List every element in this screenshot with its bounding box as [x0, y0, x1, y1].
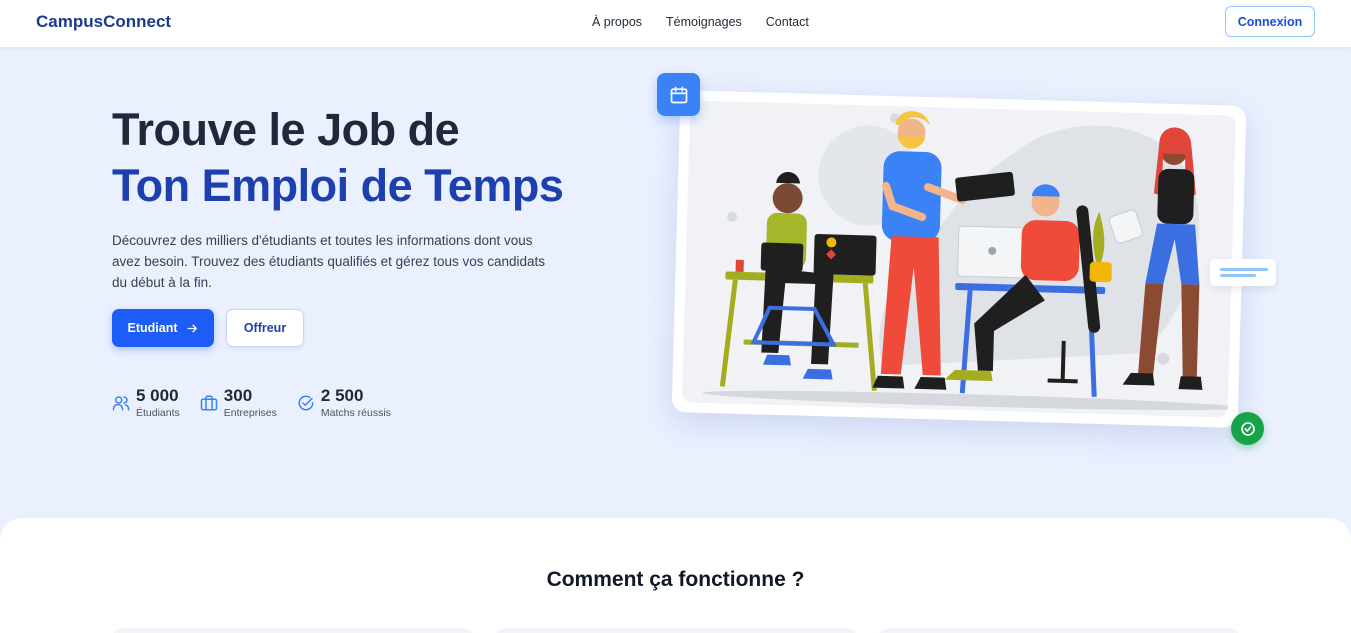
stat-students: 5 000 Étudiants	[112, 386, 180, 420]
stat-label: Matchs réussis	[320, 407, 391, 419]
stat-value: 300	[223, 386, 253, 405]
team-working-illustration	[702, 111, 1237, 411]
step-card	[112, 628, 474, 633]
stat-companies: 300 Entreprises	[200, 386, 277, 420]
stat-label: Étudiants	[136, 407, 180, 419]
text-lines-icon	[1220, 268, 1268, 277]
step-card	[878, 628, 1240, 633]
step-card	[495, 628, 857, 633]
hero-description: Découvrez des milliers d'étudiants et to…	[112, 233, 546, 290]
calendar-icon	[670, 86, 687, 103]
student-button[interactable]: Etudiant	[112, 309, 214, 347]
stat-value: 2 500	[320, 386, 364, 405]
floating-note-card	[1210, 259, 1276, 286]
stat-matches: 2 500 Matchs réussis	[297, 386, 391, 420]
hero-title-line1: Trouve le Job de	[112, 104, 460, 155]
users-icon	[112, 396, 130, 411]
offerer-button[interactable]: Offreur	[226, 309, 304, 347]
student-button-label: Etudiant	[127, 321, 178, 335]
nav-link-contact[interactable]: Contact	[766, 15, 809, 29]
how-it-works-section: Comment ça fonctionne ?	[0, 518, 1351, 633]
arrow-right-icon	[187, 324, 197, 332]
brand-logo[interactable]: CampusConnect	[36, 12, 171, 32]
login-button[interactable]: Connexion	[1225, 6, 1315, 37]
nav-link-about[interactable]: À propos	[592, 15, 642, 29]
how-it-works-title: Comment ça fonctionne ?	[546, 568, 805, 591]
stat-value: 5 000	[136, 386, 179, 405]
check-circle-icon	[298, 395, 314, 411]
illustration-canvas	[681, 100, 1237, 418]
hero-title-line2: Ton Emploi de Temps	[112, 160, 564, 211]
calendar-badge	[657, 73, 700, 116]
success-check-badge	[1231, 412, 1264, 445]
nav-links: À propos Témoignages Contact	[592, 15, 809, 29]
stat-label: Entreprises	[223, 407, 277, 419]
navbar: CampusConnect À propos Témoignages Conta…	[0, 0, 1351, 48]
hero-illustration	[671, 90, 1247, 428]
briefcase-icon	[200, 395, 218, 411]
stats-row: 5 000 Étudiants 300 Entreprises 2 500 Ma…	[112, 386, 411, 420]
nav-link-testimonials[interactable]: Témoignages	[666, 15, 742, 29]
check-circle-icon	[1240, 421, 1255, 436]
